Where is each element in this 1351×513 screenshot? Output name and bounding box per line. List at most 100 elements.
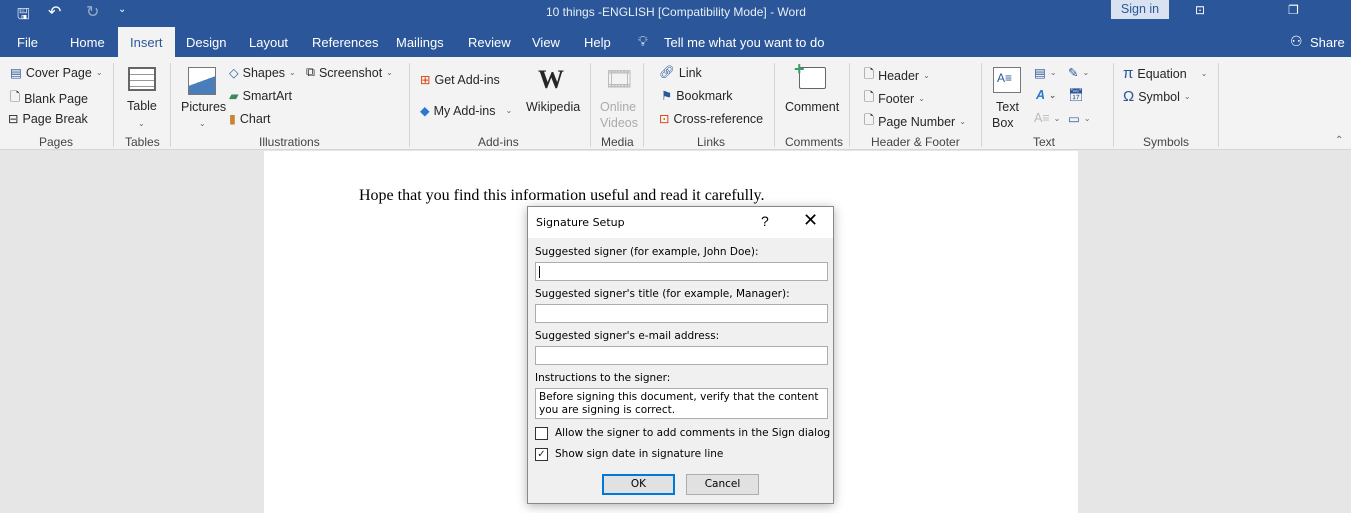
wordart-icon[interactable]: A ⌄ bbox=[1036, 88, 1056, 102]
label: Get Add-ins bbox=[434, 72, 500, 87]
collapse-ribbon-icon[interactable]: ⌃ bbox=[1335, 135, 1343, 146]
chart-button[interactable]: ▮ Chart bbox=[229, 111, 270, 127]
page-break-button[interactable]: ⊟ Page Break bbox=[8, 111, 88, 127]
online-videos-line1[interactable]: Online bbox=[600, 100, 636, 114]
online-videos-line2[interactable]: Videos bbox=[600, 116, 638, 130]
label: Bookmark bbox=[676, 88, 733, 103]
tab-review[interactable]: Review bbox=[468, 35, 511, 50]
text-box-button-line1[interactable]: Text bbox=[996, 100, 1019, 114]
label: Footer bbox=[878, 91, 915, 106]
cross-reference-button[interactable]: ⊡ Cross-reference bbox=[659, 111, 764, 127]
show-date-checkbox[interactable]: ✓ bbox=[535, 448, 548, 461]
tab-help[interactable]: Help bbox=[584, 35, 611, 50]
wikipedia-icon: W bbox=[538, 65, 564, 94]
text-box-button-line2[interactable]: Box bbox=[992, 116, 1014, 130]
label: Symbol bbox=[1138, 89, 1180, 104]
divider bbox=[643, 63, 644, 147]
label: Screenshot bbox=[318, 65, 383, 80]
ok-button[interactable]: OK bbox=[602, 474, 675, 495]
shapes-icon: ◇ bbox=[229, 66, 239, 80]
screenshot-button[interactable]: ⧉ Screenshot ⌄ bbox=[306, 65, 393, 80]
footer-button[interactable]: 🗋 Footer ⌄ bbox=[864, 88, 925, 109]
sign-in-button[interactable]: Sign in bbox=[1111, 0, 1169, 19]
quick-parts-icon[interactable]: ▤ ⌄ bbox=[1034, 65, 1057, 80]
instructions-input[interactable]: Before signing this document, verify tha… bbox=[535, 388, 828, 419]
my-addins-button[interactable]: ◆ My Add-ins ⌄ bbox=[420, 103, 512, 119]
header-button[interactable]: 🗋 Header ⌄ bbox=[864, 65, 930, 86]
save-icon[interactable]: 🖫 bbox=[17, 4, 30, 29]
comment-icon: + bbox=[794, 59, 826, 89]
tab-layout[interactable]: Layout bbox=[249, 35, 288, 50]
group-label-symbols: Symbols bbox=[1143, 135, 1190, 149]
get-addins-button[interactable]: ⊞ Get Add-ins bbox=[420, 72, 500, 88]
wikipedia-button[interactable]: Wikipedia bbox=[526, 100, 580, 114]
tab-design[interactable]: Design bbox=[186, 35, 226, 50]
tab-mailings[interactable]: Mailings bbox=[396, 35, 444, 50]
restore-icon[interactable]: ❐ bbox=[1288, 3, 1299, 17]
pictures-button[interactable]: Pictures bbox=[181, 100, 226, 114]
divider bbox=[1113, 63, 1114, 147]
signer-title-input[interactable] bbox=[535, 304, 828, 323]
signer-email-input[interactable] bbox=[535, 346, 828, 365]
group-label-text: Text bbox=[1033, 135, 1056, 149]
label: Cross-reference bbox=[673, 111, 764, 126]
show-date-label[interactable]: Show sign date in signature line bbox=[555, 448, 723, 460]
signer-label: Suggested signer (for example, John Doe)… bbox=[535, 246, 759, 258]
object-icon[interactable]: ▭ ⌄ bbox=[1068, 111, 1091, 126]
title-bar: 🖫 ↶ ↻ ⌄ 10 things -ENGLISH [Compatibilit… bbox=[0, 0, 1351, 27]
help-button[interactable]: ? bbox=[761, 213, 769, 229]
signer-input[interactable] bbox=[535, 262, 828, 281]
comment-button[interactable]: Comment bbox=[785, 100, 839, 114]
label: Shapes bbox=[242, 65, 286, 80]
person-icon: ⚇ bbox=[1290, 33, 1303, 49]
text-box-icon: A≡ bbox=[993, 67, 1021, 93]
bookmark-button[interactable]: ⚑ Bookmark bbox=[661, 88, 733, 104]
group-label-illustrations: Illustrations bbox=[259, 135, 320, 149]
cover-page-button[interactable]: ▤ Cover Page ⌄ bbox=[10, 65, 103, 81]
label: My Add-ins bbox=[433, 103, 496, 118]
blank-page-button[interactable]: 🗋 Blank Page bbox=[10, 88, 88, 109]
tab-references[interactable]: References bbox=[312, 35, 378, 50]
header-icon: 🗋 bbox=[864, 67, 875, 81]
label: Page Number bbox=[878, 114, 956, 129]
share-button[interactable]: Share bbox=[1310, 35, 1345, 50]
link-button[interactable]: 🔗︎ Link bbox=[659, 65, 702, 80]
label: Blank Page bbox=[24, 91, 88, 106]
tab-file[interactable]: File bbox=[17, 35, 38, 50]
label: Cover Page bbox=[25, 65, 92, 80]
undo-icon[interactable]: ↶ bbox=[48, 2, 61, 22]
tab-view[interactable]: View bbox=[532, 35, 560, 50]
footer-icon: 🗋 bbox=[864, 90, 875, 104]
redo-icon[interactable]: ↻ bbox=[86, 2, 99, 22]
equation-button[interactable]: π Equation ⌄ bbox=[1123, 65, 1207, 82]
smartart-button[interactable]: ▰ SmartArt bbox=[229, 88, 292, 104]
instructions-label: Instructions to the signer: bbox=[535, 372, 671, 384]
chevron-down-icon: ⌄ bbox=[138, 119, 145, 128]
label: Header bbox=[878, 68, 920, 83]
chevron-down-icon: ⌄ bbox=[199, 119, 206, 128]
customize-toolbar-icon[interactable]: ⌄ bbox=[118, 4, 126, 15]
divider bbox=[1218, 63, 1219, 147]
ribbon-tabs: File Home Insert Design Layout Reference… bbox=[0, 27, 1351, 57]
ribbon-display-options-icon[interactable]: ⊡ bbox=[1195, 3, 1205, 17]
symbol-button[interactable]: Ω Symbol ⌄ bbox=[1123, 88, 1191, 105]
label: SmartArt bbox=[242, 88, 292, 103]
tell-me-search[interactable]: Tell me what you want to do bbox=[664, 35, 824, 50]
page-number-button[interactable]: 🗋 Page Number ⌄ bbox=[864, 111, 966, 132]
page-break-icon: ⊟ bbox=[8, 112, 19, 126]
cancel-button[interactable]: Cancel bbox=[686, 474, 759, 495]
tab-home[interactable]: Home bbox=[70, 35, 105, 50]
table-button[interactable]: Table bbox=[127, 99, 157, 113]
close-icon[interactable]: ✕ bbox=[803, 210, 818, 231]
drop-cap-icon[interactable]: A≡ ⌄ bbox=[1034, 111, 1060, 125]
date-time-icon[interactable]: 📅︎ bbox=[1068, 88, 1084, 103]
tab-insert[interactable]: Insert bbox=[118, 27, 175, 57]
pi-icon: π bbox=[1123, 65, 1134, 82]
allow-comments-label[interactable]: Allow the signer to add comments in the … bbox=[555, 427, 830, 439]
signature-line-icon[interactable]: ✎ ⌄ bbox=[1068, 65, 1089, 80]
divider bbox=[170, 63, 171, 147]
allow-comments-checkbox[interactable] bbox=[535, 427, 548, 440]
signer-email-label: Suggested signer's e-mail address: bbox=[535, 330, 720, 342]
shapes-button[interactable]: ◇ Shapes ⌄ bbox=[229, 65, 296, 81]
group-label-tables: Tables bbox=[125, 135, 160, 149]
